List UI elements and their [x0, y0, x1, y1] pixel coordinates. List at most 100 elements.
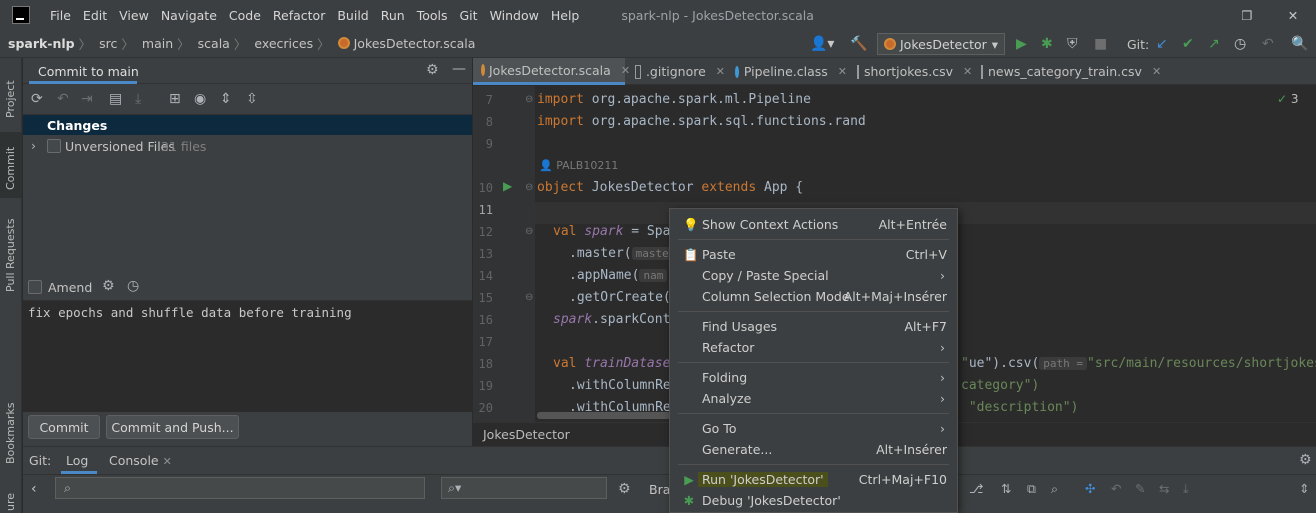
menu-navigate[interactable]: Navigate	[155, 8, 223, 23]
tab-jokesdetector-scala[interactable]: JokesDetector.scala ✕	[473, 58, 630, 85]
close-icon[interactable]: ✕	[963, 65, 972, 78]
log-search-input[interactable]: ⌕▾	[441, 477, 607, 499]
rollback-icon[interactable]: ↶	[57, 91, 69, 107]
menu-column-selection-mode[interactable]: Column Selection Mode Alt+Maj+Insérer	[670, 286, 957, 307]
tab-log[interactable]: Log	[66, 453, 88, 468]
tool-tab-bookmarks[interactable]: Bookmarks	[0, 398, 22, 470]
commit-message-input[interactable]: fix epochs and shuffle data before train…	[23, 300, 472, 412]
stop-icon[interactable]: ■	[1094, 36, 1107, 52]
download-icon[interactable]: ⤓	[1183, 481, 1189, 497]
fold-icon[interactable]: ⊖	[525, 292, 533, 303]
branch-filter-input[interactable]: ⌕	[55, 477, 425, 499]
gear-icon[interactable]: ⚙	[618, 481, 631, 497]
history-icon[interactable]: ◷	[1234, 36, 1246, 52]
search-icon[interactable]: 🔍	[1291, 36, 1308, 52]
breadcrumb-execrices[interactable]: execrices	[246, 36, 317, 51]
gear-icon[interactable]: ⚙	[102, 278, 115, 294]
close-window-icon[interactable]: ✕	[1270, 8, 1316, 23]
menu-view[interactable]: View	[113, 8, 155, 23]
chevron-right-icon[interactable]: ›	[31, 138, 36, 153]
minimize-icon[interactable]: —	[452, 61, 466, 77]
unversioned-files-checkbox[interactable]	[47, 139, 61, 153]
menu-analyze[interactable]: Analyze ›	[670, 388, 957, 409]
tab-news-category-train-csv[interactable]: news_category_train.csv ✕	[973, 58, 1161, 85]
breadcrumb-scala[interactable]: scala	[190, 36, 234, 51]
history-icon[interactable]: ◷	[127, 278, 139, 294]
collapse-all-icon[interactable]: ⇳	[246, 91, 258, 107]
menu-find-usages[interactable]: Find Usages Alt+F7	[670, 316, 957, 337]
menu-refactor[interactable]: Refactor	[267, 8, 331, 23]
expand-all-icon[interactable]: ⇕	[220, 91, 232, 107]
undo-icon[interactable]: ↶	[1111, 481, 1121, 496]
edit-icon[interactable]: ✎	[1135, 481, 1145, 496]
amend-label[interactable]: Amend	[48, 280, 92, 295]
tool-tab-pull-requests[interactable]: Pull Requests	[0, 208, 22, 300]
fold-icon[interactable]: ⊖	[525, 94, 533, 105]
tool-tab-structure[interactable]: ure	[0, 483, 22, 513]
pin-icon[interactable]: ✣	[1085, 481, 1095, 496]
coverage-icon[interactable]: ⛨	[1067, 36, 1078, 52]
eye-icon[interactable]: ◉	[194, 91, 206, 107]
gear-icon[interactable]: ⚙	[426, 62, 439, 78]
unversioned-files-row[interactable]: › Unversioned Files 31 files	[23, 136, 472, 156]
git-commit-icon[interactable]: ✔	[1182, 36, 1194, 52]
menu-tools[interactable]: Tools	[411, 8, 454, 23]
menu-run[interactable]: Run	[375, 8, 411, 23]
user-account-icon[interactable]: 👤▾	[810, 36, 834, 52]
shelve-icon[interactable]: ⤓	[135, 91, 141, 107]
amend-checkbox[interactable]	[28, 280, 42, 294]
author-hint[interactable]: 👤 PALB10211	[539, 159, 618, 172]
breadcrumb-main[interactable]: main	[134, 36, 177, 51]
menu-folding[interactable]: Folding ›	[670, 367, 957, 388]
menu-code[interactable]: Code	[223, 8, 267, 23]
menu-help[interactable]: Help	[545, 8, 586, 23]
tab-gitignore[interactable]: .gitignore ✕	[627, 58, 725, 85]
build-hammer-icon[interactable]: 🔨	[850, 36, 867, 52]
refresh-icon[interactable]: ⟳	[31, 91, 43, 107]
menu-edit[interactable]: Edit	[77, 8, 113, 23]
close-icon[interactable]: ✕	[838, 65, 847, 78]
restore-window-icon[interactable]: ❐	[1224, 8, 1270, 23]
rollback-icon[interactable]: ↶	[1262, 36, 1274, 52]
fold-icon[interactable]: ⊖	[525, 226, 533, 237]
breadcrumb-src[interactable]: src	[91, 36, 121, 51]
commit-panel-title[interactable]: Commit to main	[38, 64, 139, 79]
menu-file[interactable]: File	[44, 8, 77, 23]
commit-and-push-button[interactable]: Commit and Push...	[106, 415, 239, 439]
close-icon[interactable]: ✕	[1152, 65, 1161, 78]
menu-show-context-actions[interactable]: 💡 Show Context Actions Alt+Entrée	[670, 214, 957, 235]
menu-build[interactable]: Build	[331, 8, 374, 23]
menu-git[interactable]: Git	[454, 8, 484, 23]
tool-tab-project[interactable]: Project	[0, 64, 22, 124]
run-icon[interactable]: ▶	[1016, 36, 1027, 52]
search-icon[interactable]: ⌕	[1051, 481, 1058, 497]
menu-refactor[interactable]: Refactor ›	[670, 337, 957, 358]
close-icon[interactable]: ✕	[163, 455, 172, 468]
gear-icon[interactable]: ⚙	[1299, 452, 1312, 468]
show-diff-icon[interactable]: ▤	[109, 91, 122, 107]
menu-paste[interactable]: 📋 Paste Ctrl+V	[670, 244, 957, 265]
graph-icon[interactable]: ⧉	[1027, 481, 1036, 497]
run-configuration-select[interactable]: JokesDetector ▾	[877, 33, 1005, 55]
menu-go-to[interactable]: Go To ›	[670, 418, 957, 439]
git-update-icon[interactable]: ↙	[1156, 36, 1168, 52]
close-icon[interactable]: ✕	[716, 65, 725, 78]
horizontal-scrollbar[interactable]	[537, 412, 671, 419]
tab-pipeline-class[interactable]: Pipeline.class ✕	[727, 58, 847, 85]
menu-run-jokesdetector[interactable]: ▶ Run 'JokesDetector' Ctrl+Maj+F10	[670, 469, 957, 490]
cherry-pick-icon[interactable]: ⎇	[969, 481, 983, 496]
git-push-icon[interactable]: ↗	[1208, 36, 1220, 52]
fold-icon[interactable]: ⊖	[525, 182, 533, 193]
commit-button[interactable]: Commit	[28, 415, 100, 439]
menu-window[interactable]: Window	[484, 8, 545, 23]
sort-icon[interactable]: ⇅	[1001, 481, 1011, 496]
chevron-left-icon[interactable]: ‹	[31, 481, 37, 497]
group-by-icon[interactable]: ⊞	[169, 91, 181, 107]
inspection-widget[interactable]: ✓ 3	[1277, 92, 1299, 106]
tab-shortjokes-csv[interactable]: shortjokes.csv ✕	[849, 58, 972, 85]
menu-copy-paste-special[interactable]: Copy / Paste Special ›	[670, 265, 957, 286]
tool-tab-commit[interactable]: Commit	[0, 132, 22, 198]
run-gutter-icon[interactable]: ▶	[503, 179, 512, 193]
move-changes-icon[interactable]: ⇥	[81, 91, 93, 107]
breadcrumb-project[interactable]: spark-nlp	[0, 36, 79, 51]
